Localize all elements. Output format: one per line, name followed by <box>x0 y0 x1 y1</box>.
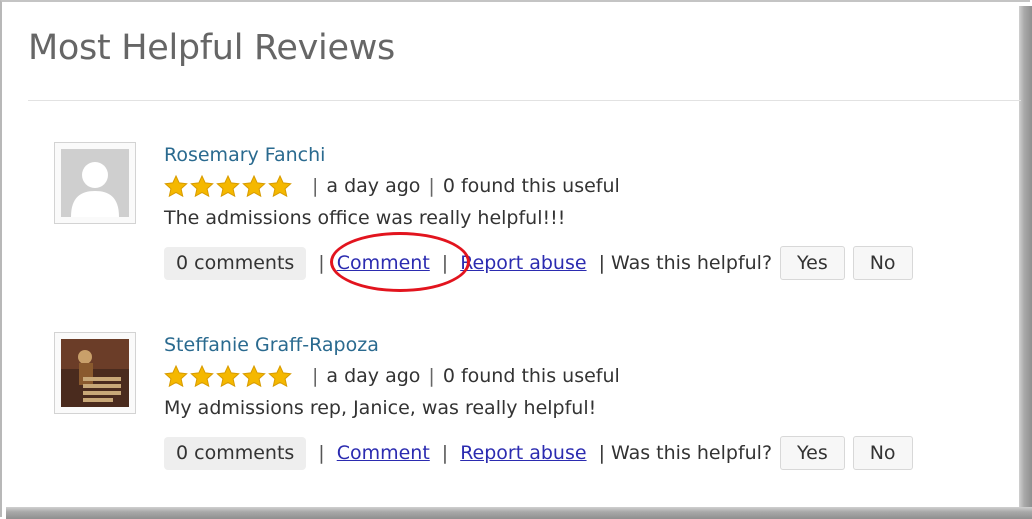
star-icon <box>190 364 214 387</box>
helpful-no-button[interactable]: No <box>852 436 913 470</box>
review-meta: | a day ago | 0 found this useful <box>164 363 620 389</box>
star-icon <box>216 364 240 387</box>
reviews-panel: Most Helpful Reviews Rosemary Fanchi | a… <box>2 2 1021 507</box>
star-icon <box>190 174 214 197</box>
default-user-avatar-icon <box>61 149 129 217</box>
helpful-question: | Was this helpful? <box>598 252 773 274</box>
review-meta: | a day ago | 0 found this useful <box>164 173 620 199</box>
star-icon <box>268 174 292 197</box>
frame-shadow-right <box>1019 6 1032 519</box>
separator: | <box>312 175 319 197</box>
helpful-yes-button[interactable]: Yes <box>780 436 845 470</box>
comments-count-button[interactable]: 0 comments <box>164 436 307 470</box>
star-icon <box>268 364 292 387</box>
star-icon <box>242 364 266 387</box>
helpful-question: | Was this helpful? <box>598 442 773 464</box>
separator: | <box>441 252 449 274</box>
helpful-no-button[interactable]: No <box>852 246 913 280</box>
helpful-yes-button[interactable]: Yes <box>780 246 845 280</box>
review-actions: 0 comments | Comment | Report abuse | Wa… <box>164 245 913 281</box>
report-abuse-link[interactable]: Report abuse <box>460 252 586 274</box>
avatar <box>54 142 136 224</box>
reviewer-name[interactable]: Steffanie Graff-Rapoza <box>164 334 379 356</box>
star-icon <box>216 174 240 197</box>
comment-link[interactable]: Comment <box>337 252 430 274</box>
useful-count: 0 found this useful <box>442 175 620 197</box>
comment-link[interactable]: Comment <box>337 442 430 464</box>
separator: | <box>428 175 435 197</box>
separator: | <box>441 442 449 464</box>
reviewer-name[interactable]: Rosemary Fanchi <box>164 144 325 166</box>
frame-shadow-bottom <box>6 507 1032 519</box>
review-text: The admissions office was really helpful… <box>164 207 566 229</box>
page-title: Most Helpful Reviews <box>28 28 395 68</box>
star-rating <box>164 364 292 388</box>
star-icon <box>164 364 188 387</box>
separator: | <box>318 442 325 464</box>
separator: | <box>318 252 325 274</box>
separator: | <box>428 365 435 387</box>
custom-photo-avatar-icon <box>61 339 129 407</box>
useful-count: 0 found this useful <box>442 365 620 387</box>
review-time: a day ago <box>326 365 421 387</box>
review-time: a day ago <box>326 175 421 197</box>
star-rating <box>164 174 292 198</box>
report-abuse-link[interactable]: Report abuse <box>460 442 586 464</box>
review-actions: 0 comments | Comment | Report abuse | Wa… <box>164 435 913 471</box>
title-divider <box>28 100 1021 101</box>
star-icon <box>242 174 266 197</box>
comments-count-button[interactable]: 0 comments <box>164 246 307 280</box>
star-icon <box>164 174 188 197</box>
avatar <box>54 332 136 414</box>
review-text: My admissions rep, Janice, was really he… <box>164 397 597 419</box>
separator: | <box>312 365 319 387</box>
